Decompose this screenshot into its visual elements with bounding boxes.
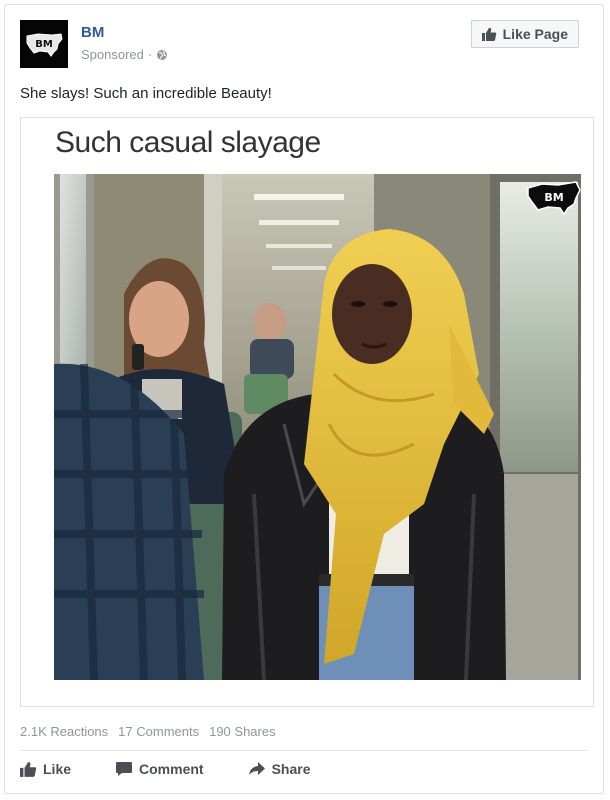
comment-button[interactable]: Comment xyxy=(115,761,204,777)
post-actions: Like Comment Share xyxy=(20,761,355,777)
sponsored-post: BM BM Sponsored · Like Page She slays! S… xyxy=(4,4,604,794)
reactions-count[interactable]: 2.1K Reactions xyxy=(20,724,108,739)
sponsored-label[interactable]: Sponsored xyxy=(81,47,144,62)
sponsored-separator: · xyxy=(147,47,153,62)
page-avatar[interactable]: BM xyxy=(20,20,68,68)
comments-count[interactable]: 17 Comments xyxy=(118,724,199,739)
comment-label: Comment xyxy=(139,761,204,777)
thumbs-up-icon xyxy=(20,762,37,777)
sponsored-row: Sponsored · xyxy=(81,47,168,62)
watermark-text: BM xyxy=(544,191,563,204)
like-label: Like xyxy=(43,761,72,777)
train-photo-illustration: BM xyxy=(54,174,581,680)
share-arrow-icon xyxy=(248,762,265,775)
usa-map-logo-icon: BM xyxy=(26,33,63,57)
share-button[interactable]: Share xyxy=(248,761,311,777)
avatar-logo-text: BM xyxy=(35,39,53,50)
like-page-button[interactable]: Like Page xyxy=(470,20,579,48)
thumbs-up-icon xyxy=(481,28,496,41)
engagement-stats: 2.1K Reactions 17 Comments 190 Shares xyxy=(20,724,276,739)
post-media[interactable]: Such casual slayage BM xyxy=(20,117,594,707)
post-photo[interactable]: BM xyxy=(54,174,581,680)
like-page-label: Like Page xyxy=(502,26,568,42)
page-name-link[interactable]: BM xyxy=(81,24,104,41)
share-label: Share xyxy=(271,761,311,777)
speech-bubble-icon xyxy=(116,762,133,776)
divider xyxy=(20,750,588,751)
shares-count[interactable]: 190 Shares xyxy=(209,724,276,739)
meme-caption: Such casual slayage xyxy=(55,126,321,159)
like-button[interactable]: Like xyxy=(20,761,71,777)
post-text: She slays! Such an incredible Beauty! xyxy=(20,85,272,102)
globe-icon xyxy=(157,49,168,60)
